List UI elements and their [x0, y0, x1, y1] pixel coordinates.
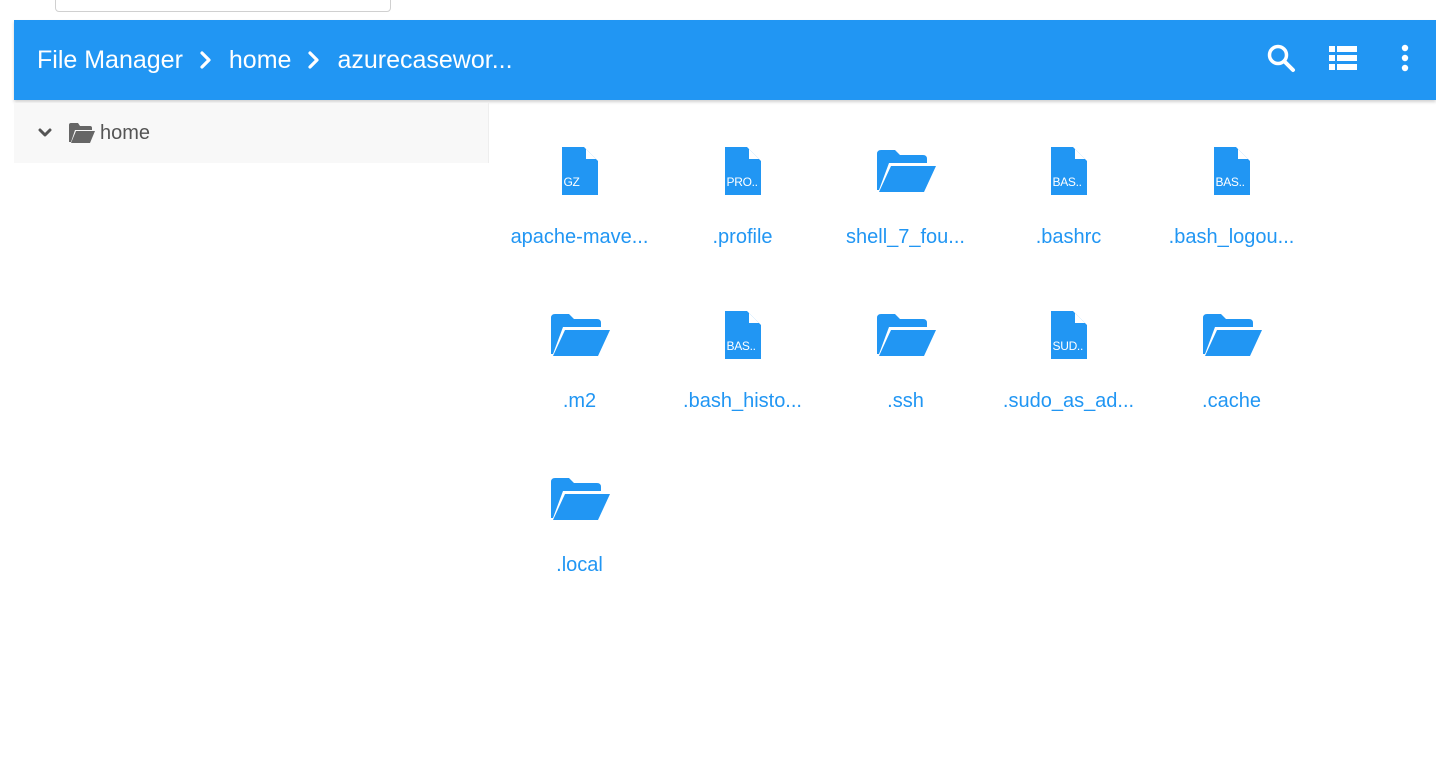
folder-open-icon — [498, 307, 661, 363]
folder-open-icon — [498, 471, 661, 527]
file-icon: BAS.. — [987, 143, 1150, 199]
file-name: apache-mave... — [510, 226, 649, 248]
folder-open-icon — [824, 307, 987, 363]
file-icon: BAS.. — [1150, 143, 1313, 199]
chevron-down-icon[interactable] — [38, 128, 52, 138]
breadcrumb-file-manager[interactable]: File Manager — [37, 46, 183, 75]
file-extension-label: BAS.. — [1052, 175, 1082, 189]
folder-open-icon — [68, 122, 96, 144]
file-name: .bash_logou... — [1168, 226, 1295, 248]
file-name: .ssh — [887, 390, 924, 412]
more-options-button[interactable] — [1374, 29, 1436, 91]
more-vert-icon — [1401, 44, 1409, 77]
file-name: .profile — [712, 226, 773, 248]
file-name: shell_7_fou... — [846, 226, 965, 248]
top-text-field[interactable] — [55, 0, 391, 12]
file-item[interactable]: BAS.. .bash_histo... — [661, 290, 824, 440]
tree-item-home[interactable]: home — [14, 103, 488, 163]
file-item[interactable]: SUD.. .sudo_as_ad... — [987, 290, 1150, 440]
file-name: .sudo_as_ad... — [1002, 390, 1135, 412]
file-name: .bash_histo... — [683, 390, 802, 412]
file-name: .bashrc — [1035, 226, 1102, 248]
breadcrumb-home[interactable]: home — [229, 46, 292, 75]
file-item[interactable]: BAS.. .bash_logou... — [1150, 126, 1313, 276]
file-name: .cache — [1202, 390, 1261, 412]
folder-open-icon — [824, 143, 987, 199]
file-extension-label: BAS.. — [1215, 175, 1245, 189]
breadcrumb: File Manager home azurecasewor... — [37, 20, 513, 100]
search-button[interactable] — [1250, 29, 1312, 91]
file-name: .m2 — [562, 390, 597, 412]
file-item[interactable]: GZ apache-mave... — [498, 126, 661, 276]
search-icon — [1266, 43, 1296, 78]
file-extension-label: SUD.. — [1052, 339, 1084, 353]
list-view-icon — [1328, 45, 1358, 76]
file-item[interactable]: PRO.. .profile — [661, 126, 824, 276]
folder-tree: home — [14, 103, 489, 163]
file-extension-label: PRO.. — [726, 175, 758, 189]
file-icon: BAS.. — [661, 307, 824, 363]
file-extension-label: GZ — [563, 175, 580, 189]
folder-item[interactable]: .ssh — [824, 290, 987, 440]
file-icon: GZ — [498, 143, 661, 199]
chevron-right-icon — [291, 51, 337, 69]
list-view-button[interactable] — [1312, 29, 1374, 91]
file-extension-label: BAS.. — [726, 339, 756, 353]
folder-open-icon — [1150, 307, 1313, 363]
toolbar-actions — [1250, 20, 1436, 100]
file-name: .local — [556, 554, 603, 576]
folder-item[interactable]: .m2 — [498, 290, 661, 440]
chevron-right-icon — [183, 51, 229, 69]
breadcrumb-current-folder[interactable]: azurecasewor... — [337, 46, 512, 75]
file-icon: PRO.. — [661, 143, 824, 199]
folder-item[interactable]: shell_7_fou... — [824, 126, 987, 276]
file-item[interactable]: BAS.. .bashrc — [987, 126, 1150, 276]
folder-item[interactable]: .local — [498, 454, 661, 604]
file-icon: SUD.. — [987, 307, 1150, 363]
tree-item-label: home — [100, 121, 151, 144]
folder-item[interactable]: .cache — [1150, 290, 1313, 440]
app-bar: File Manager home azurecasewor... — [14, 20, 1436, 100]
